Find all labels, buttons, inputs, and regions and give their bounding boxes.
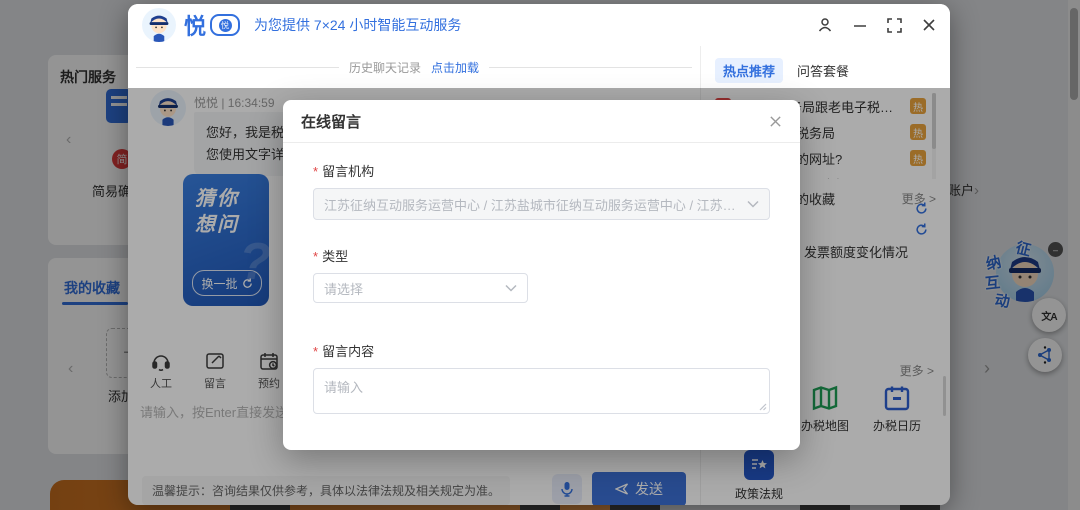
close-icon[interactable] [769, 115, 782, 128]
collapse-mascot-button[interactable]: – [1048, 242, 1063, 257]
type-select[interactable]: 请选择 [313, 273, 528, 303]
tab-hot-recommend[interactable]: 热点推荐 [715, 58, 783, 83]
user-icon[interactable] [817, 17, 833, 33]
tab-underline [62, 302, 128, 305]
mascot-char: 动 [994, 289, 1012, 312]
chevron-left-icon[interactable]: ‹ [66, 131, 71, 149]
history-divider: 历史聊天记录 点击加载 [136, 59, 692, 76]
knowledge-graph-button[interactable] [1028, 338, 1062, 372]
chat-input[interactable]: 请输入，按Enter直接发送 [140, 402, 288, 421]
list-scrollbar-track[interactable] [932, 93, 936, 179]
account-text-fragment: 账户 [948, 180, 974, 199]
online-message-modal: 在线留言 *留言机构 江苏征纳互动服务运营中心 / 江苏盐城市征纳互动服务运营中… [283, 100, 800, 450]
chevron-down-icon [747, 200, 759, 208]
hot-badge: 热 [910, 150, 926, 166]
favorites-section-title: 的收藏 [796, 189, 835, 208]
org-field-label: *留言机构 [313, 161, 770, 180]
resize-handle[interactable] [757, 401, 767, 411]
compose-icon [204, 350, 226, 372]
disclaimer-tip: 温馨提示：咨询结果仅供参考，具体以法律法规及相关规定为准。 [142, 476, 510, 505]
hot-services-title: 热门服务 [60, 67, 116, 87]
send-button[interactable]: 发送 [592, 472, 686, 505]
assistant-logo-badge: 悦 [210, 14, 240, 36]
send-icon [615, 482, 629, 496]
service-tagline: 为您提供 7×24 小时智能互动服务 [254, 15, 461, 35]
policy-icon [744, 450, 774, 480]
headset-icon [150, 350, 172, 372]
chevron-right-icon[interactable]: › [984, 358, 990, 379]
graph-icon [1036, 346, 1054, 364]
minimize-icon[interactable] [853, 18, 867, 32]
panel-scrollbar-thumb[interactable] [943, 376, 946, 416]
translate-button[interactable]: 文A [1032, 298, 1066, 332]
close-icon[interactable] [922, 18, 936, 32]
chat-toolbar: 人工 留言 [142, 350, 288, 391]
assistant-logo-text: 悦 [184, 9, 206, 41]
load-history-link[interactable]: 点击加载 [431, 59, 479, 76]
assistant-window-header: 悦 悦 为您提供 7×24 小时智能互动服务 [128, 4, 950, 46]
hot-badge: 热 [910, 124, 926, 140]
services-more-link[interactable]: 更多 > [900, 362, 934, 379]
translate-icon: 文A [1041, 308, 1056, 323]
hot-badge: 热 [910, 98, 926, 114]
modal-title: 在线留言 [301, 111, 361, 132]
suggest-title-line: 猜你 [195, 186, 239, 212]
calendar-icon [883, 384, 911, 412]
map-icon [811, 384, 839, 412]
tax-map-entry[interactable]: 办税地图 [793, 384, 857, 434]
type-field-label: *类型 [313, 246, 770, 265]
tab-qa-package[interactable]: 问答套餐 [797, 61, 849, 80]
mic-icon [560, 481, 574, 497]
message-meta: 悦悦 | 16:34:59 [194, 94, 275, 111]
calendar-clock-icon [258, 350, 280, 372]
assistant-avatar [142, 8, 176, 42]
tax-calendar-entry[interactable]: 办税日历 [865, 384, 929, 434]
history-label: 历史聊天记录 [349, 59, 421, 76]
refresh-icon [242, 278, 253, 289]
fullscreen-icon[interactable] [887, 18, 902, 33]
suggest-title-line: 想问 [195, 212, 239, 238]
chevron-left-icon[interactable]: ‹ [68, 360, 73, 378]
content-field-label: *留言内容 [313, 341, 770, 360]
chevron-down-icon [505, 284, 517, 292]
screen: 热门服务 ‹ 简 简易确认 我的收藏 ‹ + 添加 账户 › › 征 纳 互 动… [0, 0, 1080, 510]
refresh-icon[interactable] [915, 223, 928, 236]
refresh-icon[interactable] [915, 202, 928, 215]
favorite-item[interactable]: 发票额度变化情况 [804, 242, 936, 261]
policy-regulation-entry[interactable]: 政策法规 [727, 450, 791, 502]
content-textarea[interactable]: 请输入 [313, 368, 770, 414]
guess-you-ask-card[interactable]: ? 猜你 想问 换一批 [183, 174, 269, 306]
chevron-right-icon[interactable]: › [974, 182, 979, 199]
tab-my-favorites[interactable]: 我的收藏 [64, 278, 120, 298]
message-avatar [150, 90, 186, 126]
voice-input-button[interactable] [552, 474, 582, 504]
list-scrollbar-thumb[interactable] [932, 93, 936, 149]
attachment-field-label: 附件材料 [313, 430, 770, 433]
org-select[interactable]: 江苏征纳互动服务运营中心 / 江苏盐城市征纳互动服务运营中心 / 江苏盐城市大丰 [313, 188, 770, 220]
swap-batch-button[interactable]: 换一批 [192, 270, 262, 296]
leave-message-button[interactable]: 留言 [196, 350, 234, 391]
browser-scrollbar-thumb[interactable] [1070, 8, 1078, 100]
manual-service-button[interactable]: 人工 [142, 350, 180, 391]
